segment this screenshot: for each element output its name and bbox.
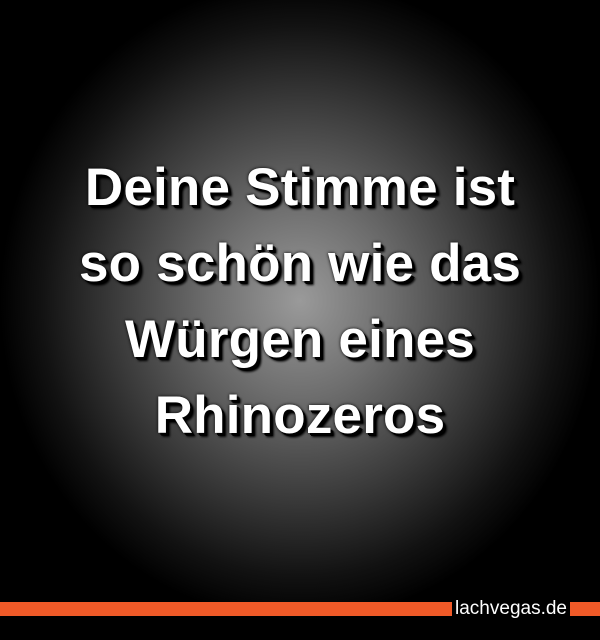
quote-line-3: Würgen eines (125, 310, 475, 369)
quote-line-4: Rhinozeros (154, 386, 446, 445)
brand-watermark: lachvegas.de (455, 598, 567, 619)
footer-accent-bar (0, 602, 452, 616)
quote-text: Deine Stimme ist so schön wie das Würgen… (20, 150, 580, 454)
quote-line-2: so schön wie das (78, 234, 522, 293)
footer-accent-bar-end (570, 602, 600, 616)
meme-card: Deine Stimme ist so schön wie das Würgen… (0, 0, 600, 640)
quote-line-1: Deine Stimme ist (84, 158, 516, 217)
